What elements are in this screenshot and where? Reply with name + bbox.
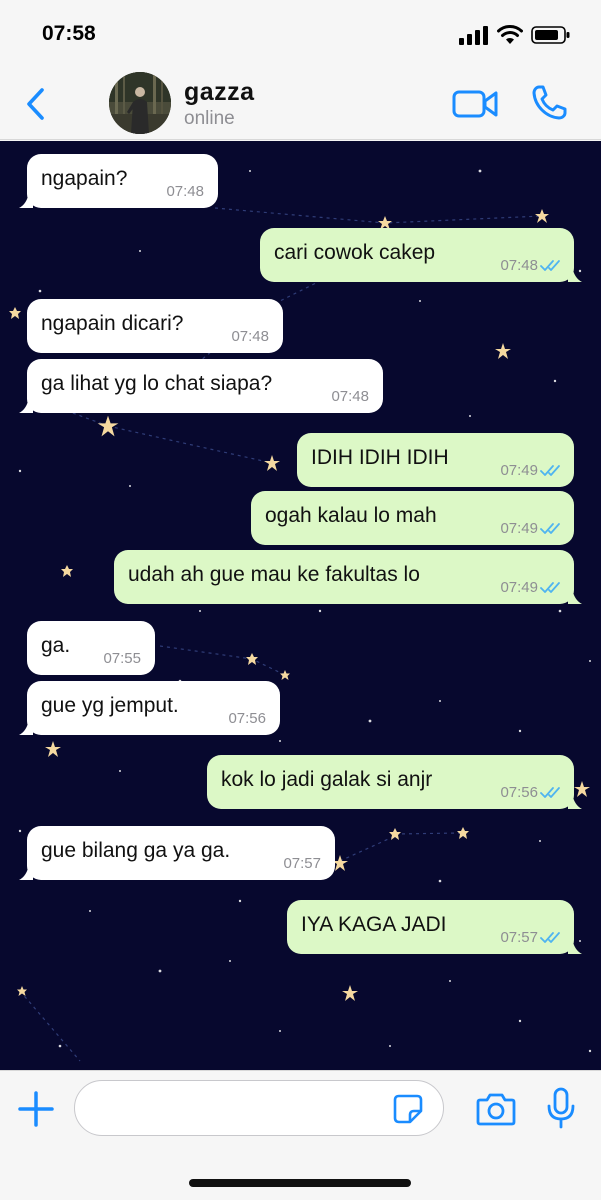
message-timestamp: 07:57 — [283, 855, 321, 872]
message-timestamp: 07:56 — [228, 710, 266, 727]
video-call-icon[interactable] — [452, 88, 498, 120]
read-receipt-icon — [540, 465, 560, 476]
message-timestamp: 07:49 — [500, 462, 538, 479]
chat-area[interactable]: ngapain? 07:48 cari cowok cakep 07:48 ngapai… — [0, 141, 601, 1070]
outgoing-message-bubble[interactable]: ogah kalau lo mah 07:49 — [251, 491, 574, 545]
chat-header: gazza online — [0, 70, 601, 140]
read-receipt-icon — [540, 932, 560, 943]
read-receipt-icon — [540, 523, 560, 534]
contact-name[interactable]: gazza — [184, 78, 255, 107]
bubble-tail — [19, 192, 33, 208]
back-chevron-icon[interactable] — [22, 86, 50, 122]
message-text: IYA KAGA JADI — [301, 913, 447, 936]
microphone-icon[interactable] — [546, 1087, 576, 1129]
outgoing-message-bubble[interactable]: udah ah gue mau ke fakultas lo 07:49 — [114, 550, 582, 604]
status-bar: 07:58 — [0, 0, 601, 70]
home-indicator[interactable] — [189, 1179, 411, 1187]
bubble-tail — [568, 588, 582, 604]
outgoing-message-bubble[interactable]: kok lo jadi galak si anjr 07:56 — [207, 755, 582, 809]
outgoing-message-bubble[interactable]: IYA KAGA JADI 07:57 — [287, 900, 582, 954]
message-timestamp: 07:48 — [331, 388, 369, 405]
message-text: udah ah gue mau ke fakultas lo — [128, 563, 420, 586]
message-text: IDIH IDIH IDIH — [311, 446, 449, 469]
read-receipt-icon — [540, 582, 560, 593]
signal-icon — [459, 26, 488, 45]
incoming-message-bubble[interactable]: ngapain? 07:48 — [19, 154, 218, 208]
message-text: ga lihat yg lo chat siapa? — [41, 372, 273, 395]
avatar[interactable] — [109, 72, 171, 134]
avatar-photo — [109, 72, 171, 134]
phone-call-icon[interactable] — [530, 84, 568, 122]
status-icons — [459, 24, 571, 46]
message-timestamp: 07:49 — [500, 579, 538, 596]
message-text: cari cowok cakep — [274, 241, 436, 264]
incoming-message-bubble[interactable]: gue bilang ga ya ga. 07:57 — [19, 826, 335, 880]
message-text: ga. — [41, 634, 71, 657]
message-timestamp: 07:48 — [166, 183, 204, 200]
incoming-message-bubble[interactable]: ga lihat yg lo chat siapa? 07:48 — [19, 359, 383, 413]
battery-icon — [531, 26, 570, 44]
bubble-tail — [19, 719, 33, 735]
read-receipt-icon — [540, 787, 560, 798]
bubble-tail — [19, 864, 33, 880]
message-text: ngapain? — [41, 167, 128, 190]
message-timestamp: 07:57 — [500, 929, 538, 946]
bubble-tail — [568, 793, 582, 809]
bubble-tail — [568, 938, 582, 954]
message-text: gue yg jemput. — [41, 694, 179, 717]
message-input[interactable] — [74, 1080, 444, 1136]
incoming-message-bubble[interactable]: gue yg jemput. 07:56 — [19, 681, 280, 735]
message-timestamp: 07:55 — [103, 650, 141, 667]
message-text: ngapain dicari? — [41, 312, 184, 335]
message-text: gue bilang ga ya ga. — [41, 839, 231, 862]
message-timestamp: 07:56 — [500, 784, 538, 801]
message-timestamp: 07:48 — [500, 257, 538, 274]
bubble-tail — [568, 266, 582, 282]
outgoing-message-bubble[interactable]: cari cowok cakep 07:48 — [260, 228, 582, 282]
contact-status: online — [184, 108, 235, 129]
incoming-message-bubble[interactable]: ngapain dicari? 07:48 — [27, 299, 283, 353]
read-receipt-icon — [540, 260, 560, 271]
incoming-message-bubble[interactable]: ga. 07:55 — [27, 621, 155, 675]
message-text: ogah kalau lo mah — [265, 504, 437, 527]
camera-icon[interactable] — [476, 1091, 516, 1127]
message-text: kok lo jadi galak si anjr — [221, 768, 433, 791]
sticker-icon[interactable] — [392, 1093, 424, 1125]
outgoing-message-bubble[interactable]: IDIH IDIH IDIH 07:49 — [297, 433, 574, 487]
plus-icon[interactable] — [18, 1091, 54, 1127]
bubble-tail — [19, 397, 33, 413]
message-timestamp: 07:48 — [231, 328, 269, 345]
message-timestamp: 07:49 — [500, 520, 538, 537]
status-time: 07:58 — [42, 22, 96, 45]
input-bar — [0, 1070, 601, 1200]
wifi-icon — [497, 25, 523, 44]
